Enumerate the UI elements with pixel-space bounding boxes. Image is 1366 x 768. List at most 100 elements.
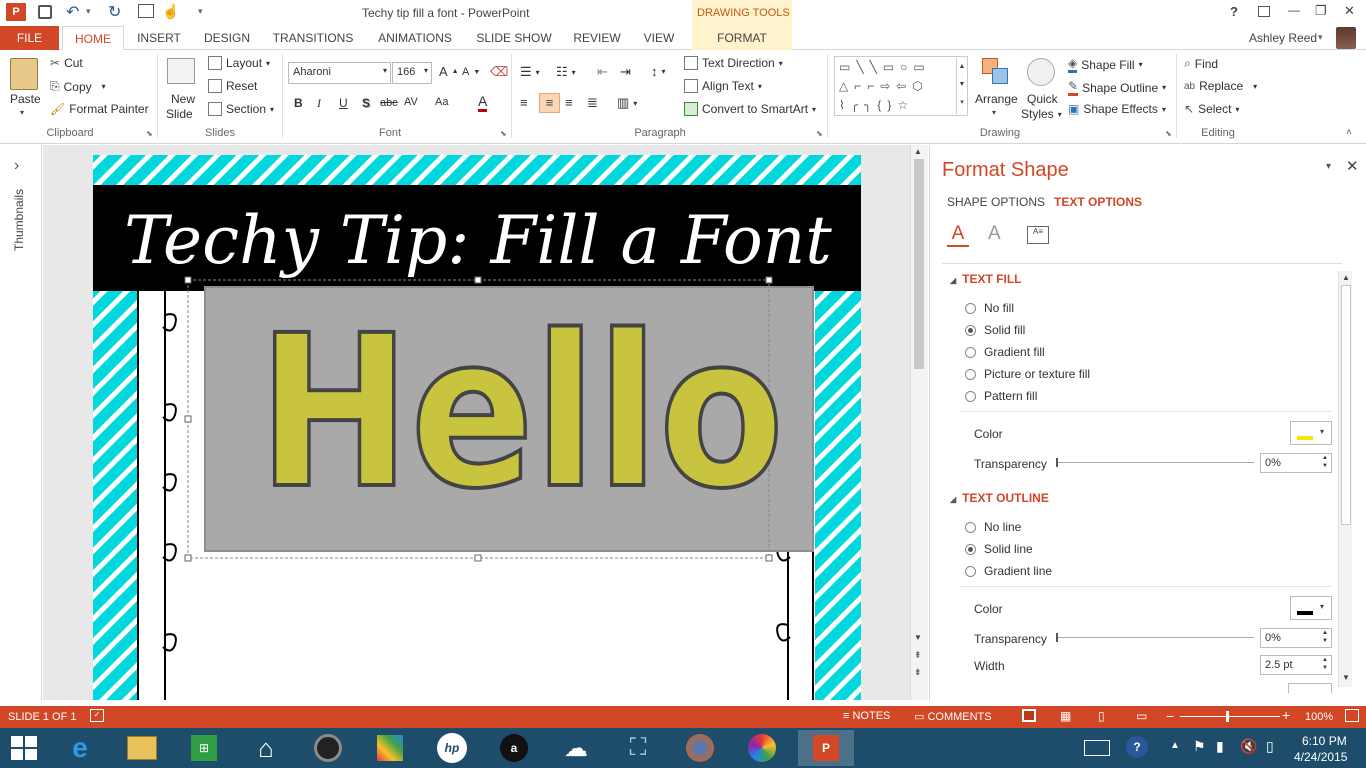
align-right-icon[interactable]: ≡ bbox=[565, 95, 573, 110]
paste-icon[interactable] bbox=[10, 58, 38, 90]
paste-dropdown-icon[interactable]: ▾ bbox=[20, 108, 24, 117]
align-center-icon[interactable]: ≡ bbox=[539, 93, 560, 113]
text-shadow-button[interactable]: S bbox=[362, 96, 370, 110]
clock-time[interactable]: 6:10 PM bbox=[1302, 734, 1347, 748]
line-spacing-icon[interactable]: ↕ ▾ bbox=[651, 64, 666, 79]
font-color-button[interactable]: A bbox=[478, 93, 488, 112]
minimize-button[interactable]: — bbox=[1288, 3, 1300, 17]
decrease-indent-icon[interactable]: ⇤ bbox=[597, 64, 608, 80]
tab-text-options[interactable]: TEXT OPTIONS bbox=[1054, 195, 1142, 209]
arrange-button[interactable]: Arrange bbox=[975, 92, 1018, 106]
pane-scroll-up-icon[interactable]: ▲ bbox=[1342, 273, 1350, 282]
paragraph-launcher-icon[interactable]: ⬊ bbox=[816, 129, 823, 138]
font-launcher-icon[interactable]: ⬊ bbox=[500, 129, 507, 138]
next-slide-icon[interactable]: ⇟ bbox=[914, 667, 922, 678]
change-case-button[interactable]: Aa bbox=[435, 96, 448, 108]
textbox-icon[interactable]: A≡ bbox=[1027, 226, 1049, 244]
layout-button[interactable]: Layout ▾ bbox=[208, 56, 270, 70]
align-text-button[interactable]: Align Text ▾ bbox=[684, 79, 762, 93]
drawing-launcher-icon[interactable]: ⬊ bbox=[1165, 129, 1172, 138]
file-explorer-icon[interactable] bbox=[122, 732, 162, 764]
fill-color-picker[interactable]: ▾ bbox=[1290, 421, 1332, 445]
radio-gradient-line[interactable]: Gradient line bbox=[965, 564, 1052, 578]
save-icon[interactable] bbox=[38, 5, 52, 19]
cut-button[interactable]: ✂ Cut bbox=[50, 56, 83, 70]
radio-pattern-fill[interactable]: Pattern fill bbox=[965, 389, 1037, 403]
avatar[interactable] bbox=[1336, 27, 1356, 49]
shape-outline-button[interactable]: ✎ Shape Outline ▾ bbox=[1068, 79, 1166, 96]
scroll-thumb[interactable] bbox=[914, 159, 924, 369]
undo-dropdown-icon[interactable]: ▾ bbox=[86, 6, 91, 17]
volume-muted-icon[interactable]: 🔇 bbox=[1240, 738, 1257, 755]
network-icon[interactable]: ▮ bbox=[1216, 738, 1224, 755]
replace-button[interactable]: ab Replace ▾ bbox=[1184, 79, 1257, 93]
tab-review[interactable]: REVIEW bbox=[568, 26, 626, 50]
undo-icon[interactable]: ↶ bbox=[66, 2, 79, 22]
user-dropdown-icon[interactable]: ▾ bbox=[1318, 32, 1323, 43]
reset-button[interactable]: Reset bbox=[208, 79, 257, 93]
shapes-gallery[interactable]: ▭╲╲▭○▭ △⌐⌐⇨⇦⬡ ⌇╭╮{}☆ bbox=[834, 56, 968, 116]
canvas-vertical-scrollbar[interactable]: ▲ ▼ ⇞ ⇟ bbox=[910, 145, 928, 700]
radio-gradient-fill[interactable]: Gradient fill bbox=[965, 345, 1045, 359]
fit-slide-icon[interactable] bbox=[1345, 709, 1359, 722]
numbering-button[interactable]: ☷ ▾ bbox=[556, 64, 576, 80]
radio-no-line[interactable]: No line bbox=[965, 520, 1021, 534]
keyboard-icon[interactable] bbox=[1084, 740, 1110, 756]
select-button[interactable]: ↖ Select ▾ bbox=[1184, 102, 1239, 116]
radio-solid-line[interactable]: Solid line bbox=[965, 542, 1033, 556]
slide-sorter-icon[interactable]: ▦ bbox=[1060, 709, 1071, 723]
spelling-icon[interactable]: ✓ bbox=[90, 709, 104, 722]
media-icon[interactable] bbox=[308, 732, 348, 764]
tab-animations[interactable]: ANIMATIONS bbox=[368, 26, 462, 50]
store-icon[interactable]: ⊞ bbox=[184, 732, 224, 764]
font-family-select[interactable]: Aharoni ▾ bbox=[288, 62, 391, 84]
tab-file[interactable]: FILE bbox=[0, 26, 59, 50]
battery-icon[interactable]: ▯ bbox=[1266, 738, 1274, 755]
presenter-icon[interactable] bbox=[138, 4, 154, 18]
align-left-icon[interactable]: ≡ bbox=[520, 95, 528, 110]
clipboard-launcher-icon[interactable]: ⬊ bbox=[146, 129, 153, 138]
zoom-in-icon[interactable]: + bbox=[1282, 707, 1290, 723]
show-hidden-icons[interactable]: ▲ bbox=[1170, 740, 1180, 751]
strikethrough-button[interactable]: abc bbox=[380, 97, 398, 109]
tab-home[interactable]: HOME bbox=[62, 26, 124, 50]
outline-transparency-slider[interactable] bbox=[1056, 633, 1254, 642]
scroll-down-icon[interactable]: ▼ bbox=[914, 633, 922, 642]
outline-width-spinner-icon[interactable]: ▲ ▼ bbox=[1322, 656, 1328, 672]
notes-button[interactable]: ≡ NOTES bbox=[843, 710, 890, 722]
text-outline-section-header[interactable]: ◢ TEXT OUTLINE bbox=[950, 491, 1049, 505]
shrink-font-button[interactable]: A ▼ bbox=[462, 66, 480, 78]
tab-format[interactable]: FORMAT bbox=[692, 26, 792, 50]
ribbon-display-options-icon[interactable] bbox=[1258, 6, 1270, 17]
section-button[interactable]: Section ▾ bbox=[208, 102, 274, 116]
outline-width-input[interactable]: 2.5 pt ▲ ▼ bbox=[1260, 655, 1332, 675]
shapes-more-icon[interactable]: ▲ ▼ ▾ bbox=[956, 58, 967, 114]
new-slide-label-1[interactable]: New bbox=[171, 92, 195, 106]
quick-styles-label-2[interactable]: Styles ▾ bbox=[1021, 107, 1062, 121]
pane-scrollbar[interactable]: ▲ ▼ bbox=[1338, 271, 1352, 687]
user-name[interactable]: Ashley Reed bbox=[1249, 31, 1317, 45]
cloud-sync-icon[interactable]: ⛶ bbox=[618, 732, 658, 764]
collapse-ribbon-icon[interactable]: ˄ bbox=[1346, 127, 1352, 138]
previous-slide-icon[interactable]: ⇞ bbox=[914, 650, 922, 661]
photos-icon[interactable] bbox=[370, 732, 410, 764]
home-icon[interactable]: ⌂ bbox=[246, 732, 286, 764]
pane-scroll-down-icon[interactable]: ▼ bbox=[1342, 673, 1350, 682]
convert-smartart-button[interactable]: Convert to SmartArt ▾ bbox=[684, 102, 816, 116]
fill-transparency-spinner-icon[interactable]: ▲ ▼ bbox=[1322, 454, 1328, 470]
zoom-out-icon[interactable]: − bbox=[1166, 708, 1174, 724]
grow-font-button[interactable]: A ▲ bbox=[439, 64, 459, 79]
new-slide-label-2[interactable]: Slide bbox=[166, 107, 193, 121]
underline-button[interactable]: U bbox=[339, 96, 348, 110]
justify-icon[interactable]: ≣ bbox=[587, 95, 598, 111]
find-button[interactable]: ⌕ Find bbox=[1184, 56, 1218, 71]
slideshow-view-icon[interactable]: ▭ bbox=[1136, 709, 1147, 723]
italic-button[interactable]: I bbox=[317, 96, 321, 111]
expand-thumbnails-icon[interactable]: › bbox=[14, 157, 19, 175]
pane-options-icon[interactable]: ▾ bbox=[1326, 161, 1331, 172]
pane-scroll-thumb[interactable] bbox=[1341, 285, 1351, 525]
windows-start-icon[interactable] bbox=[4, 732, 44, 764]
help-tray-icon[interactable]: ? bbox=[1126, 736, 1148, 758]
hp-icon[interactable]: hp bbox=[432, 732, 472, 764]
customize-qat-icon[interactable]: ▾ bbox=[198, 6, 203, 17]
